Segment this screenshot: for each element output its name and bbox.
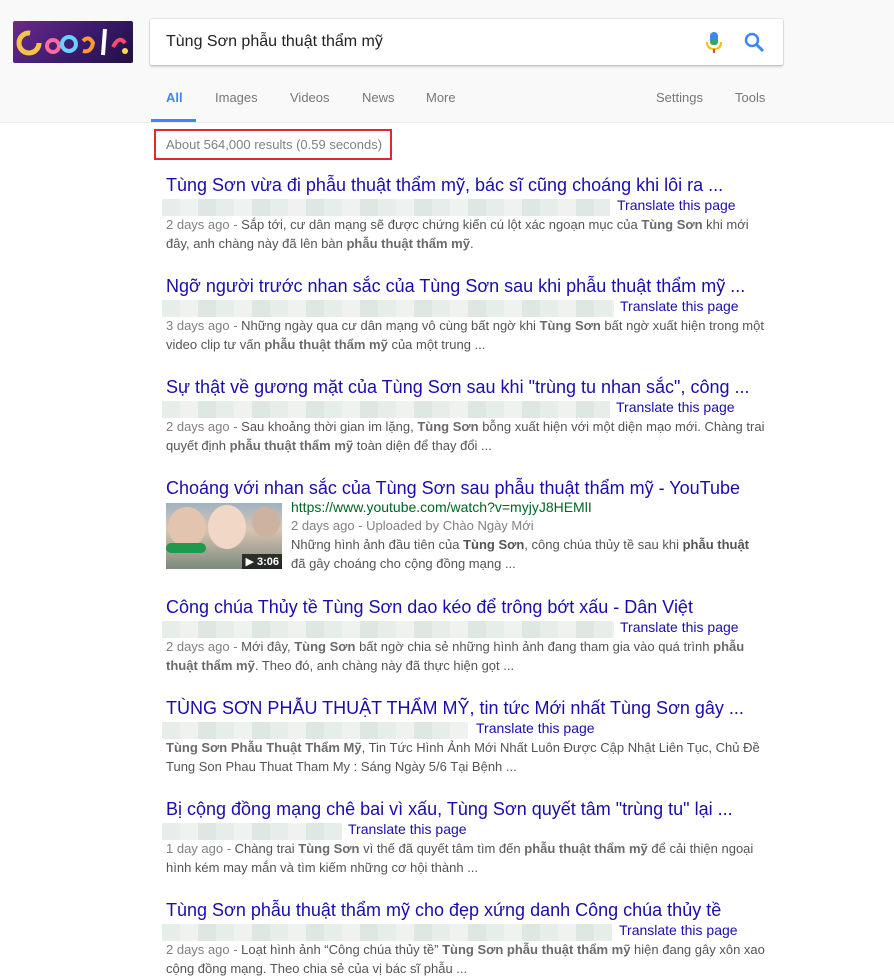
result-date: 2 days ago - [166,942,242,957]
snippet-text: Loạt hình ảnh “Công chúa thủy tề” Tùng S… [166,942,765,976]
result-snippet: 1 day ago - Chàng trai Tùng Sơn vì thế đ… [166,839,766,877]
translate-link[interactable]: Translate this page [616,399,735,415]
tab-more[interactable]: More [426,90,456,105]
search-input[interactable]: Tùng Sơn phẫu thuật thẩm mỹ [166,19,383,65]
blurred-url [162,401,610,418]
result-snippet: Tùng Sơn Phẫu Thuật Thẩm Mỹ, Tin Tức Hìn… [166,738,766,776]
result-date: 1 day ago - [166,841,235,856]
thumb-person-1 [168,507,206,547]
search-result: Sự thật về gương mặt của Tùng Sơn sau kh… [162,376,766,455]
blurred-url [162,621,614,638]
result-title-link[interactable]: Bị cộng đồng mạng chê bai vì xấu, Tùng S… [166,798,766,820]
result-url-row: Translate this page [162,197,766,216]
blurred-url [162,823,342,840]
snippet-text: Mới đây, Tùng Sơn bất ngờ chia sẻ những … [166,639,745,673]
video-snippet: Những hình ảnh đầu tiên của Tùng Sơn, cô… [291,537,750,571]
translate-link[interactable]: Translate this page [617,197,736,213]
video-date: 2 days ago - Uploaded by Chào Ngày Mới [291,518,534,533]
result-date: 2 days ago - [166,217,242,232]
result-date: 3 days ago - [166,318,242,333]
result-url-row: Translate this page [162,298,766,317]
result-snippet: 2 days ago - Sắp tới, cư dân mạng sẽ đượ… [166,215,766,253]
translate-link[interactable]: Translate this page [348,821,467,837]
blurred-url [162,722,468,739]
search-result: TÙNG SƠN PHẪU THUẬT THẨM MỸ, tin tức Mới… [162,697,766,776]
thumb-person-3 [252,507,280,537]
search-box[interactable]: Tùng Sơn phẫu thuật thẩm mỹ [150,19,783,65]
tab-all[interactable]: All [166,90,183,105]
result-title-link[interactable]: TÙNG SƠN PHẪU THUẬT THẨM MỸ, tin tức Mới… [166,697,766,719]
snippet-text: Sắp tới, cư dân mạng sẽ được chứng kiến … [166,217,749,251]
tab-images[interactable]: Images [215,90,258,105]
video-url[interactable]: https://www.youtube.com/watch?v=myjyJ8HE… [291,499,592,515]
result-title-link[interactable]: Sự thật về gương mặt của Tùng Sơn sau kh… [166,376,766,398]
result-snippet: 2 days ago - Loạt hình ảnh “Công chúa th… [166,940,766,978]
snippet-text: Tùng Sơn Phẫu Thuật Thẩm Mỹ, Tin Tức Hìn… [166,740,760,774]
blurred-url [162,199,610,216]
translate-link[interactable]: Translate this page [620,298,739,314]
tab-settings[interactable]: Settings [656,90,703,105]
video-duration: ▶ 3:06 [242,554,282,569]
result-date: 2 days ago - [166,419,242,434]
thumb-person-2 [208,505,246,549]
video-thumbnail[interactable]: ▶ 3:06 [166,503,282,569]
translate-link[interactable]: Translate this page [619,922,738,938]
blurred-url [162,924,612,941]
result-url-row: Translate this page [162,399,766,418]
snippet-text: Chàng trai Tùng Sơn vì thế đã quyết tâm … [166,841,754,875]
search-header: Tùng Sơn phẫu thuật thẩm mỹ All Images V… [0,0,894,123]
search-result: Tùng Sơn vừa đi phẫu thuật thẩm mỹ, bác … [162,174,766,253]
result-snippet: 3 days ago - Những ngày qua cư dân mạng … [166,316,766,354]
result-date: 2 days ago - [166,639,242,654]
result-url-row: Translate this page [162,922,766,941]
google-doodle-logo[interactable] [13,21,133,63]
blurred-url [162,300,614,317]
result-title-link[interactable]: Ngỡ người trước nhan sắc của Tùng Sơn sa… [166,275,766,297]
thumb-badge [166,543,206,553]
result-url-row: Translate this page [162,619,766,638]
search-icon[interactable] [743,31,765,53]
result-title-link[interactable]: Công chúa Thủy tề Tùng Sơn dao kéo để tr… [166,596,766,618]
translate-link[interactable]: Translate this page [476,720,595,736]
result-snippet: 2 days ago - Sau khoảng thời gian im lặn… [166,417,766,455]
result-snippet: 2 days ago - Mới đây, Tùng Sơn bất ngờ c… [166,637,766,675]
video-url-text[interactable]: https://www.youtube.com/watch?v=myjyJ8HE… [291,499,592,515]
tab-tools[interactable]: Tools [735,90,765,105]
microphone-icon[interactable] [703,31,725,55]
snippet-text: Những ngày qua cư dân mạng vô cùng bất n… [166,318,764,352]
result-url-row: Translate this page [162,821,766,840]
result-title-link[interactable]: Tùng Sơn vừa đi phẫu thuật thẩm mỹ, bác … [166,174,766,196]
search-result: Ngỡ người trước nhan sắc của Tùng Sơn sa… [162,275,766,354]
doodle-letters-icon [16,28,128,56]
search-result: Bị cộng đồng mạng chê bai vì xấu, Tùng S… [162,798,766,877]
video-result: Choáng với nhan sắc của Tùng Sơn sau phẫ… [166,477,766,499]
result-title-link[interactable]: Tùng Sơn phẫu thuật thẩm mỹ cho đẹp xứng… [166,899,766,921]
active-tab-indicator [151,119,196,122]
result-stats: About 564,000 results (0.59 seconds) [166,137,383,152]
search-result: Tùng Sơn phẫu thuật thẩm mỹ cho đẹp xứng… [162,899,766,978]
result-title-link[interactable]: Choáng với nhan sắc của Tùng Sơn sau phẫ… [166,477,766,499]
translate-link[interactable]: Translate this page [620,619,739,635]
snippet-text: Sau khoảng thời gian im lặng, Tùng Sơn b… [166,419,765,453]
search-result: Công chúa Thủy tề Tùng Sơn dao kéo để tr… [162,596,766,675]
result-url-row: Translate this page [162,720,766,739]
tab-videos[interactable]: Videos [290,90,330,105]
tab-news[interactable]: News [362,90,395,105]
